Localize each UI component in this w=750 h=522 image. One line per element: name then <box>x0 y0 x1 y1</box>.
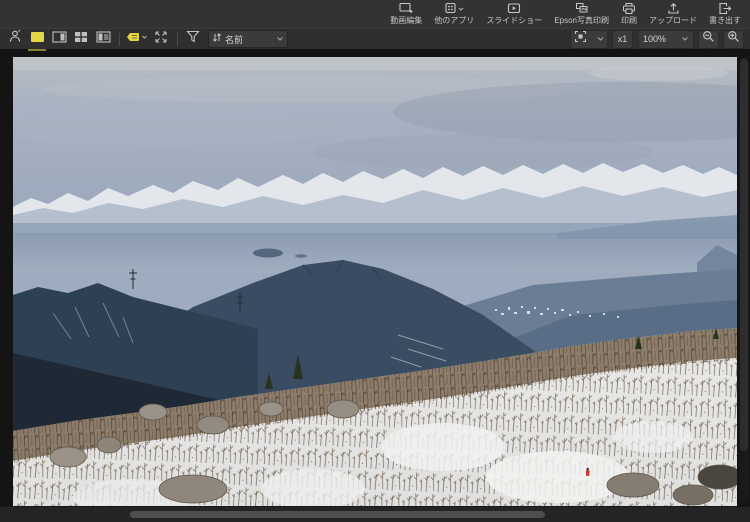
view-split-button[interactable] <box>50 30 68 48</box>
view-split-icon <box>52 30 67 48</box>
filter-icon <box>186 30 200 48</box>
other-apps-label: 他のアプリ <box>434 16 474 25</box>
view-single-icon <box>30 30 45 48</box>
chevron-down-icon <box>141 30 148 48</box>
video-edit-label: 動画編集 <box>390 16 422 25</box>
sort-select[interactable]: 名前 <box>208 30 288 48</box>
export-label: 書き出す <box>709 16 741 25</box>
person-icon <box>8 29 23 49</box>
top-toolbar: 動画編集 他のアプリ スライドショー Epson写真印刷 <box>0 0 750 28</box>
zoom-percent-select[interactable]: 100% <box>638 30 694 49</box>
video-edit-button[interactable]: 動画編集 <box>384 1 428 27</box>
print-icon <box>622 2 636 15</box>
people-view-button[interactable] <box>6 30 24 48</box>
zoom-in-icon <box>727 30 740 48</box>
zoom-x1-button[interactable]: x1 <box>612 30 633 49</box>
fit-screen-button[interactable] <box>570 30 608 49</box>
sort-value: 名前 <box>225 33 276 46</box>
vertical-scrollbar-thumb[interactable] <box>740 59 748 451</box>
app-window: 動画編集 他のアプリ スライドショー Epson写真印刷 <box>0 0 750 522</box>
sort-arrows-icon <box>212 30 222 48</box>
view-list-icon <box>96 30 111 48</box>
photo-viewport[interactable] <box>13 57 737 507</box>
zoom-x1-label: x1 <box>615 34 631 44</box>
view-single-button[interactable] <box>28 30 46 48</box>
video-edit-icon <box>399 2 413 15</box>
slideshow-button[interactable]: スライドショー <box>480 1 548 27</box>
chevron-down-icon <box>458 2 464 15</box>
vertical-scrollbar[interactable] <box>739 57 749 503</box>
upload-label: アップロード <box>649 16 697 25</box>
other-apps-button[interactable]: 他のアプリ <box>428 1 480 27</box>
tag-icon <box>126 30 141 48</box>
chevron-down-icon <box>597 30 604 48</box>
expand-view-button[interactable] <box>152 30 170 48</box>
toolbar-separator <box>119 33 120 46</box>
canvas-area <box>0 51 750 507</box>
upload-button[interactable]: アップロード <box>643 1 703 27</box>
filter-button[interactable] <box>184 30 202 48</box>
zoom-in-button[interactable] <box>723 30 744 49</box>
horizontal-scrollbar-thumb[interactable] <box>130 511 545 518</box>
slideshow-icon <box>507 2 521 15</box>
epson-photo-print-label: Epson写真印刷 <box>554 16 609 25</box>
export-button[interactable]: 書き出す <box>703 1 747 27</box>
zoom-out-icon <box>702 30 715 48</box>
zoom-percent-value: 100% <box>643 34 666 44</box>
horizontal-scrollbar[interactable] <box>0 506 750 522</box>
other-apps-icon <box>445 2 457 15</box>
upload-icon <box>667 2 680 15</box>
view-grid-button[interactable] <box>72 30 90 48</box>
slideshow-label: スライドショー <box>486 16 542 25</box>
view-grid-icon <box>74 30 88 48</box>
zoom-controls: x1 100% <box>566 30 744 49</box>
expand-icon <box>154 30 168 49</box>
zoom-out-button[interactable] <box>698 30 719 49</box>
chevron-down-icon <box>276 30 284 48</box>
chevron-down-icon <box>681 30 689 48</box>
view-list-button[interactable] <box>94 30 112 48</box>
epson-photo-print-button[interactable]: Epson写真印刷 <box>548 1 615 27</box>
print-button[interactable]: 印刷 <box>615 1 643 27</box>
view-toolbar: 名前 x1 100% <box>0 28 750 50</box>
export-icon <box>718 2 732 15</box>
tag-filter-button[interactable] <box>126 30 148 48</box>
print-label: 印刷 <box>621 16 637 25</box>
mountain-landscape-photo <box>13 57 737 507</box>
epson-photo-print-icon <box>575 2 589 15</box>
toolbar-separator <box>177 33 178 46</box>
fit-screen-icon <box>574 30 587 48</box>
